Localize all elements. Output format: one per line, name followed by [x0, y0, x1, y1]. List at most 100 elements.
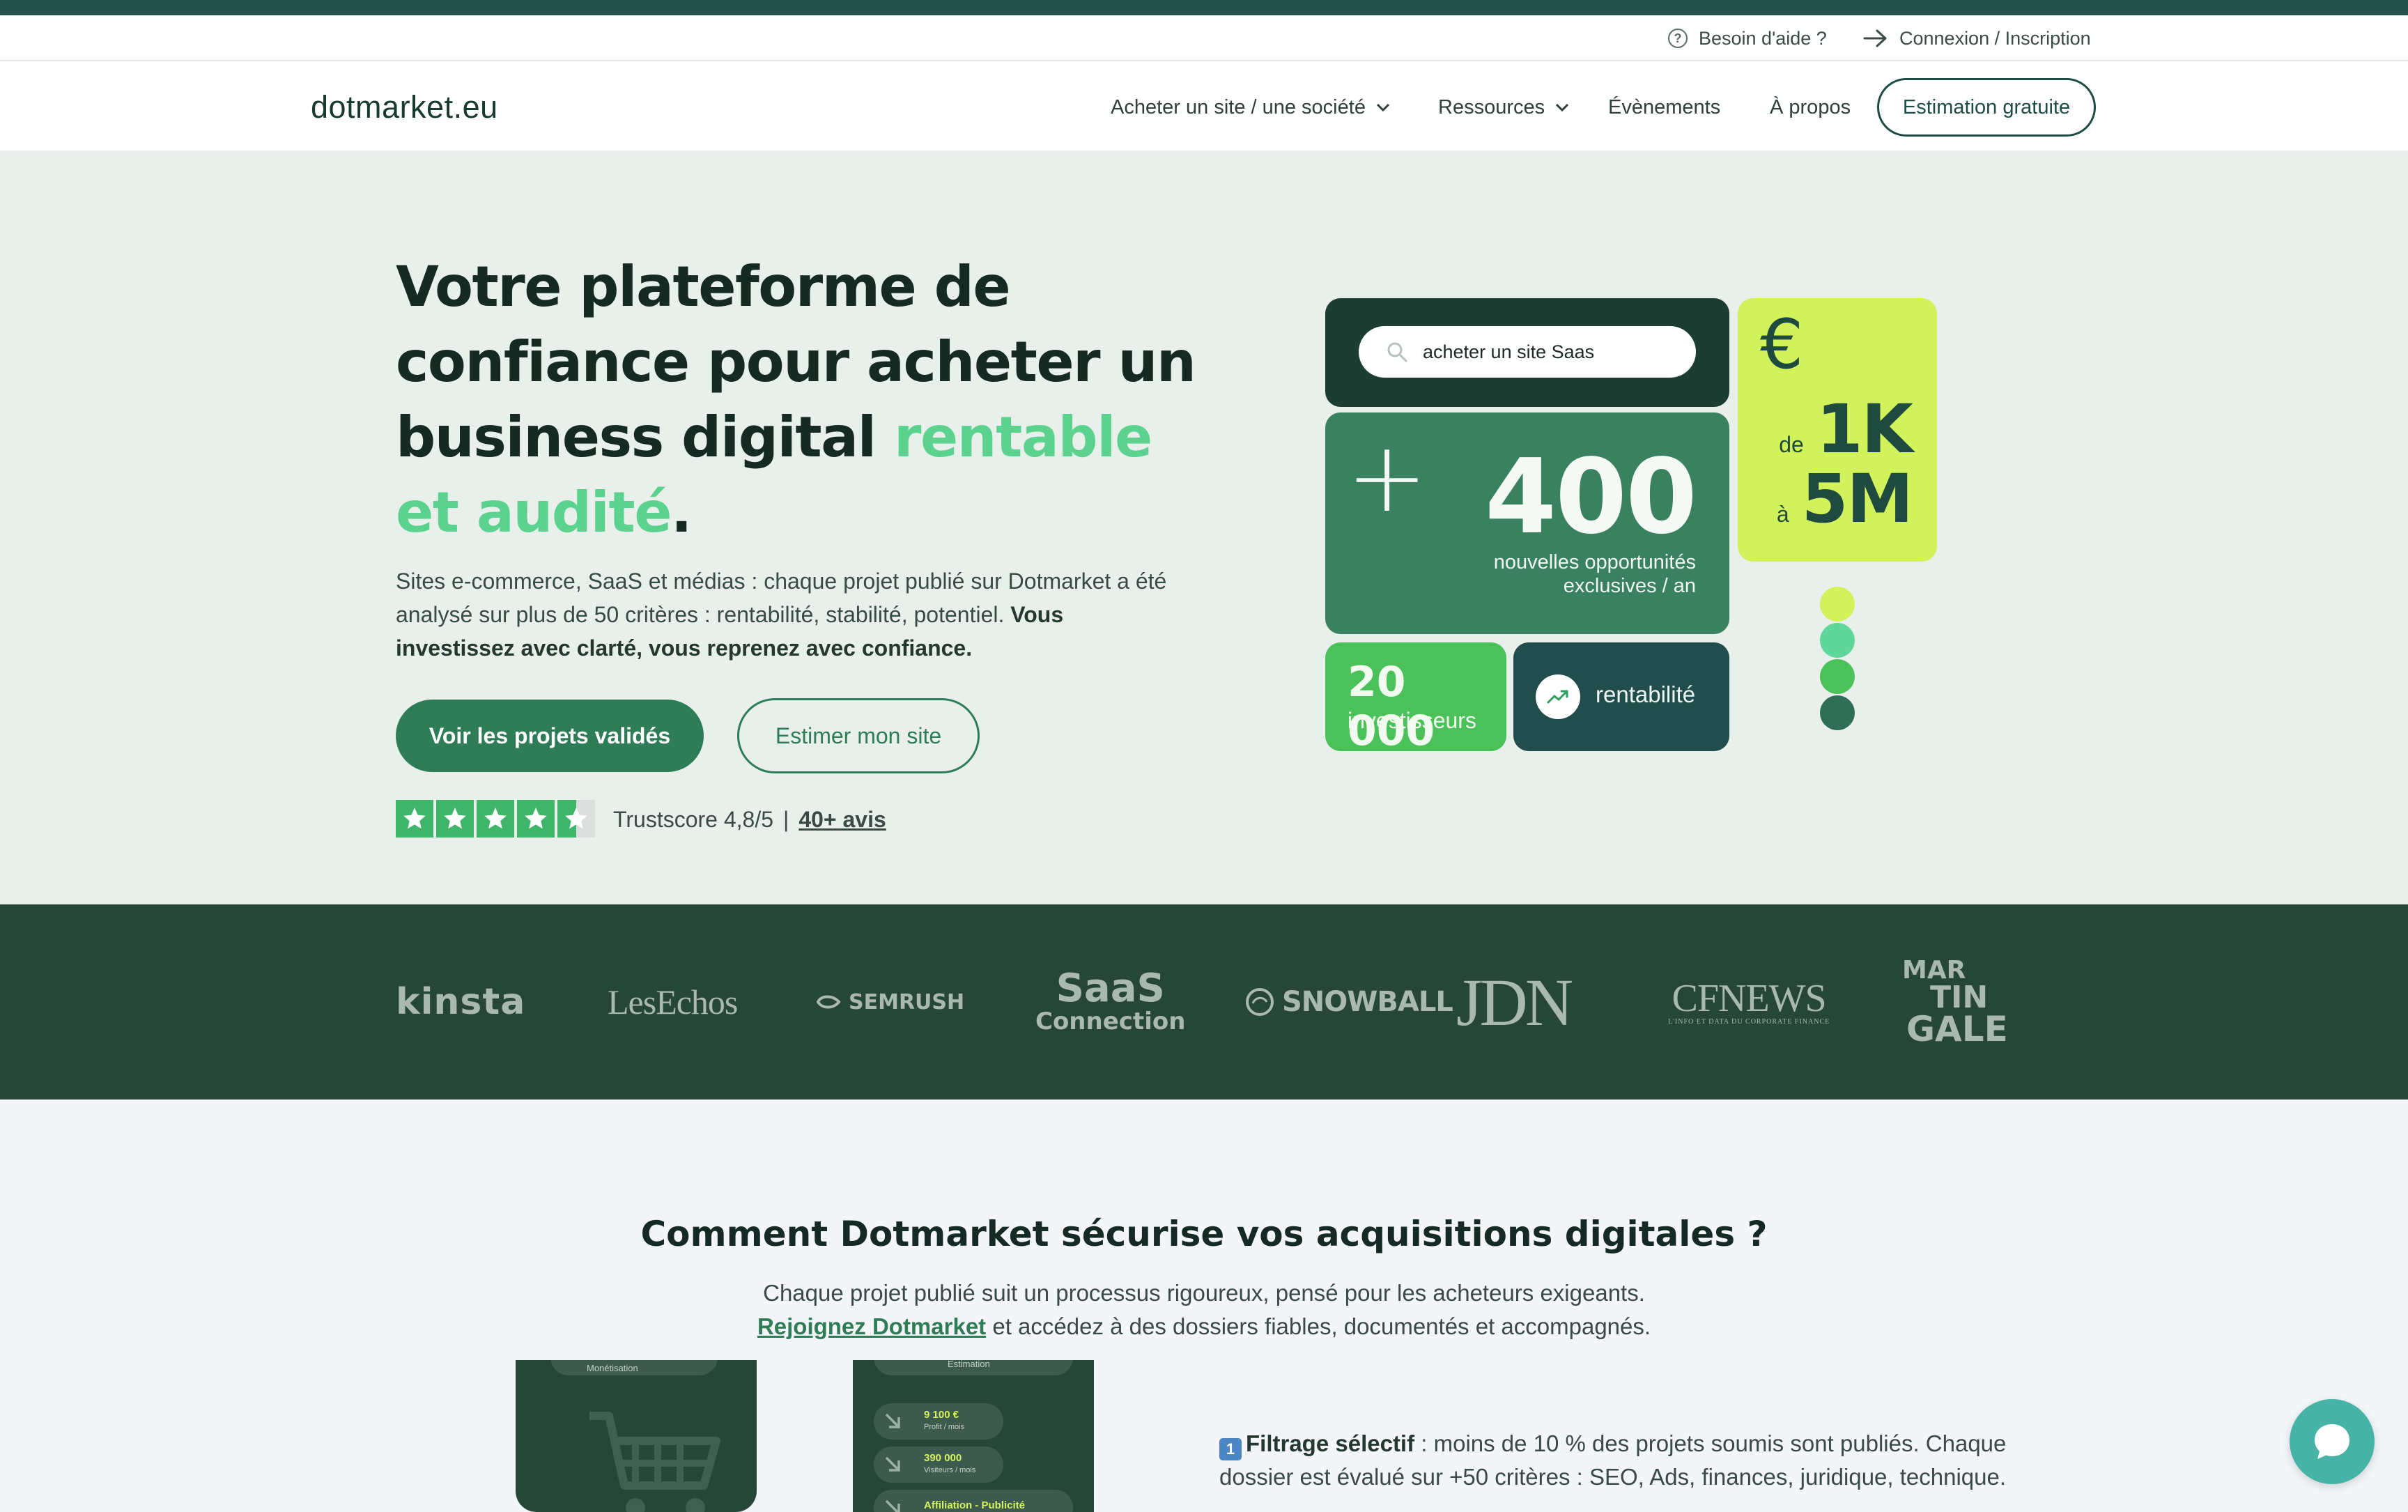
shopping-cart-icon [589, 1412, 720, 1512]
euro-icon: € [1760, 305, 1804, 385]
section-subtitle-line2: Rejoignez Dotmarket et accédez à des dos… [0, 1310, 2408, 1343]
investors-label: investisseurs [1348, 708, 1476, 733]
kinsta-logo: kinsta [396, 981, 526, 1023]
nav-item-label: À propos [1770, 95, 1851, 118]
nav-item-ressources[interactable]: Ressources [1438, 63, 1570, 152]
cfnews-logo-tagline: L'INFO ET DATA DU CORPORATE FINANCE [1668, 1017, 1830, 1026]
opportunities-line2: exclusives / an [1563, 575, 1696, 597]
nav-item-label: Acheter un site / une société [1111, 95, 1366, 118]
trending-up-icon [1536, 674, 1580, 719]
nav-item-acheter[interactable]: Acheter un site / une société [1111, 63, 1391, 152]
trustscore-text: Trustscore 4,8/5 [613, 806, 774, 832]
saas-logo-line2: Connection [1035, 1008, 1186, 1035]
help-icon: ? [1668, 29, 1688, 48]
star-icon [557, 800, 595, 838]
stat-value: 390 000 [924, 1452, 962, 1464]
trustpilot-stars [396, 800, 595, 838]
semrush-mark-icon [816, 995, 841, 1009]
main-nav: dotmarket.eu Acheter un site / une socié… [0, 63, 2408, 152]
search-card: acheter un site Saas [1325, 298, 1729, 407]
profitability-card: rentabilité [1513, 642, 1729, 751]
star-icon [436, 800, 474, 838]
how-it-works-section: Comment Dotmarket sécurise vos acquisiti… [0, 1100, 2408, 1512]
star-icon [477, 800, 514, 838]
top-accent-strip [0, 0, 2408, 15]
snowball-logo: SNOWBALL [1244, 904, 1453, 1100]
star-icon [396, 800, 433, 838]
nav-item-apropos[interactable]: À propos [1770, 63, 1851, 152]
site-logo[interactable]: dotmarket.eu [311, 89, 498, 125]
martingale-logo-line3: GALE [1906, 1009, 2008, 1049]
help-label: Besoin d'aide ? [1699, 27, 1827, 49]
hero-title-end: . [670, 480, 692, 545]
stat-label: Profit / mois [924, 1423, 965, 1431]
monetisation-preview: Monétisation [516, 1360, 757, 1512]
plus-icon: + [1346, 421, 1428, 534]
decor-dot [1820, 695, 1855, 730]
section-subtitle: Chaque projet publié suit un processus r… [0, 1276, 2408, 1343]
section-title: Comment Dotmarket sécurise vos acquisiti… [640, 1214, 1768, 1254]
help-link[interactable]: ? Besoin d'aide ? [1668, 15, 1827, 61]
nav-item-evenements[interactable]: Évènements [1608, 63, 1720, 152]
opportunities-label: nouvelles opportunités exclusives / an [1494, 550, 1696, 598]
snowball-mark-icon [1246, 988, 1274, 1016]
reviews-link[interactable]: 40+ avis [798, 807, 886, 833]
martingale-logo-line2: TIN [1930, 980, 1989, 1015]
trustscore: Trustscore 4,8/5 | 40+ avis [613, 804, 886, 835]
snowball-text: SNOWBALL [1282, 986, 1453, 1018]
stat-value: Affiliation - Publicité [924, 1499, 1025, 1511]
chat-widget-button[interactable] [2290, 1399, 2375, 1484]
range-from-value: 1K [1816, 390, 1913, 468]
login-link[interactable]: Connexion / Inscription [1863, 15, 2091, 61]
stat-label: Visiteurs / mois [924, 1466, 976, 1474]
saas-connection-logo: SaaS Connection [1035, 904, 1185, 1100]
range-from-label: de [1779, 432, 1804, 457]
trustscore-separator: | [783, 806, 789, 832]
investors-card: 20 000 investisseurs [1325, 642, 1506, 755]
section-subtitle-line1: Chaque projet publié suit un processus r… [763, 1280, 1645, 1306]
opportunities-line1: nouvelles opportunités [1493, 551, 1696, 573]
investors-number: 20 000 [1348, 658, 1435, 755]
lesechos-logo: LesEchos [608, 982, 738, 1021]
estimate-site-button[interactable]: Estimer mon site [737, 698, 980, 773]
price-range-card: € de 1K à 5M [1738, 298, 1937, 562]
semrush-logo: SEMRUSH [815, 904, 964, 1100]
hero-title: Votre plateforme de confiance pour achet… [396, 249, 1204, 550]
decor-dot [1820, 659, 1855, 694]
utility-bar: ? Besoin d'aide ? Connexion / Inscriptio… [0, 15, 2408, 61]
jdn-logo: JDN [1456, 964, 1573, 1040]
range-to: à 5M [1776, 465, 1913, 532]
cfnews-logo: CFNEWS L'INFO ET DATA DU CORPORATE FINAN… [1668, 904, 1830, 1100]
section-subtitle-line2-text: et accédez à des dossiers fiables, docum… [986, 1313, 1651, 1339]
preview-label: Estimation [948, 1360, 990, 1369]
chat-bubble-icon [2315, 1424, 2349, 1459]
hero-section: Votre plateforme de confiance pour achet… [0, 152, 2408, 904]
chevron-down-icon [1556, 103, 1569, 112]
search-input[interactable]: acheter un site Saas [1359, 326, 1696, 378]
press-logos-band: kinsta LesEchos SEMRUSH SaaS Connection … [0, 904, 2408, 1100]
join-link[interactable]: Rejoignez Dotmarket [757, 1313, 986, 1339]
arrow-down-right-icon [885, 1413, 900, 1428]
estimation-button[interactable]: Estimation gratuite [1877, 78, 2096, 137]
feature-filtering: 1 Filtrage sélectif : moins de 10 % des p… [1219, 1427, 2042, 1494]
view-projects-button[interactable]: Voir les projets validés [396, 700, 704, 772]
number-one-icon: 1 [1219, 1438, 1242, 1460]
decor-dot [1820, 623, 1855, 658]
range-to-label: à [1776, 502, 1789, 527]
search-icon [1387, 342, 1407, 362]
saas-logo-line1: SaaS [1056, 966, 1165, 1011]
arrow-down-right-icon [885, 1456, 900, 1472]
decor-dot [1820, 587, 1855, 622]
arrow-right-icon [1863, 29, 1887, 47]
cfnews-logo-title: CFNEWS [1672, 976, 1827, 1020]
login-label: Connexion / Inscription [1899, 27, 2091, 49]
semrush-text: SEMRUSH [849, 989, 965, 1015]
arrow-down-right-icon [885, 1499, 900, 1512]
opportunities-card: + 400 nouvelles opportunités exclusives … [1325, 412, 1729, 634]
feature-title: Filtrage sélectif [1246, 1430, 1415, 1456]
nav-item-label: Évènements [1608, 95, 1721, 118]
star-icon [517, 800, 555, 838]
range-from: de 1K [1779, 390, 1913, 468]
estimation-preview: Estimation 9 100 € Profit / mois 390 000… [853, 1360, 1094, 1512]
opportunities-number: 400 [1485, 437, 1697, 557]
